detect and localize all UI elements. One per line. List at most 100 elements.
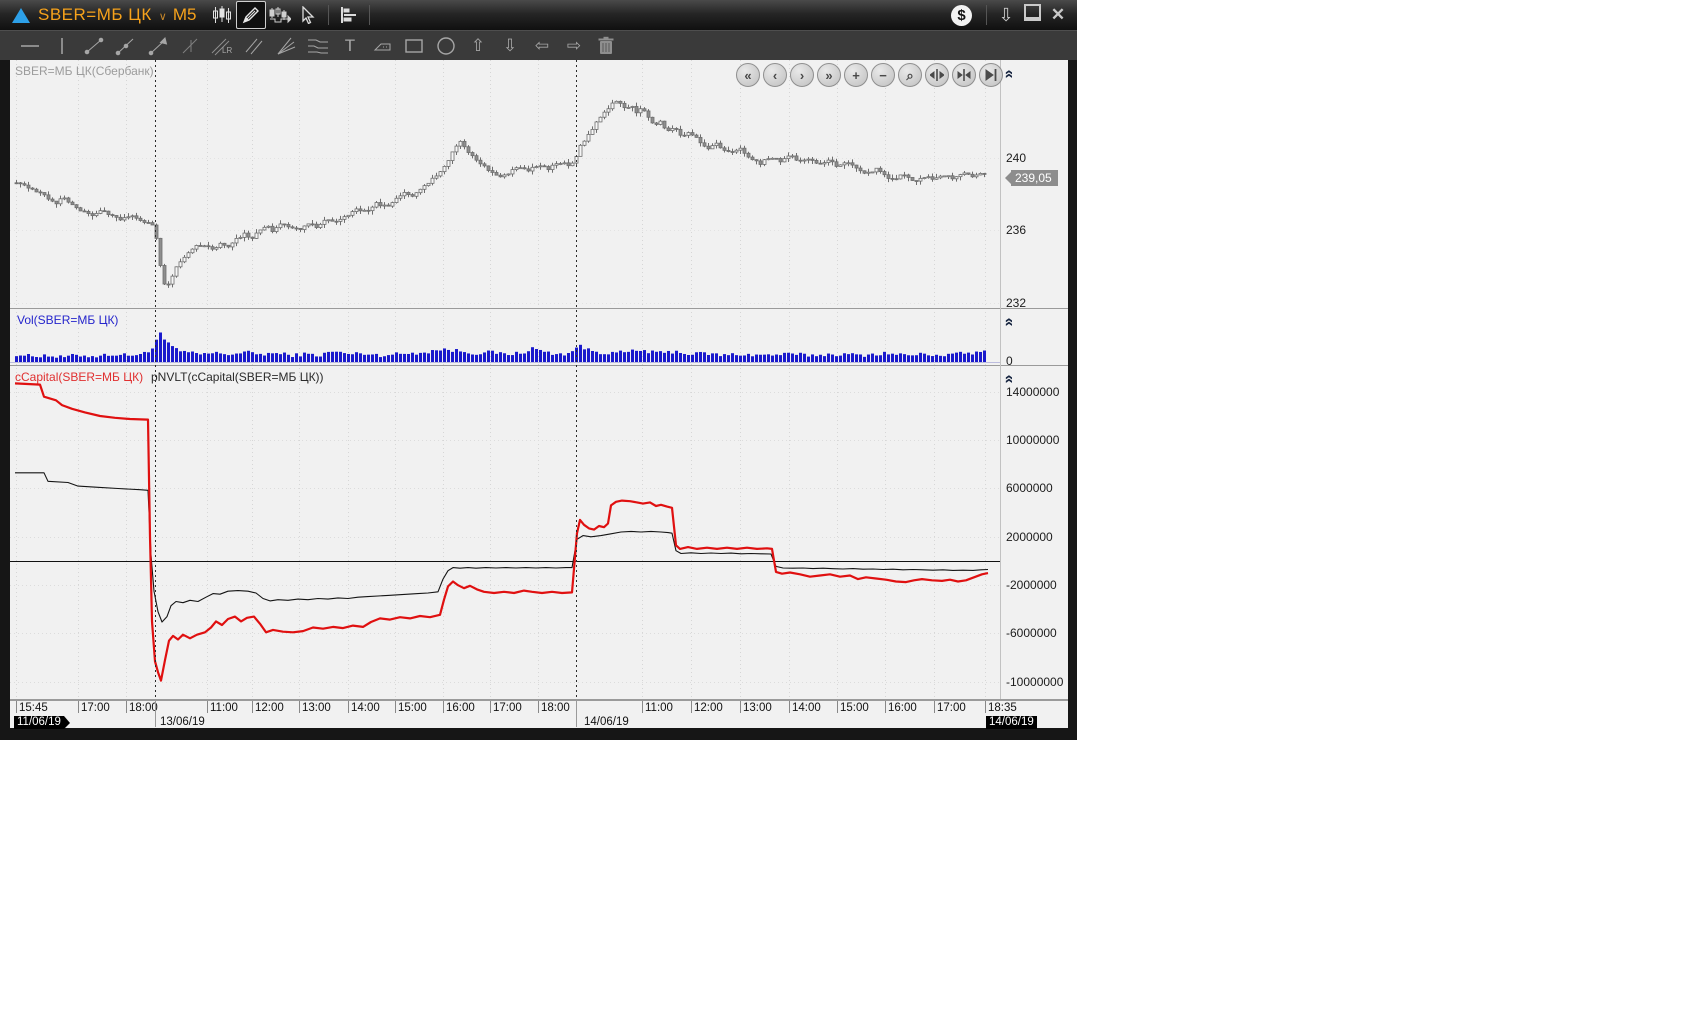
time-label: 18:35 xyxy=(988,702,1017,714)
time-tick xyxy=(126,701,127,713)
app-logo-triangle-icon xyxy=(12,7,30,23)
levels-icon[interactable] xyxy=(335,2,363,28)
ellipse-tool[interactable] xyxy=(430,33,462,59)
time-label: 13:00 xyxy=(302,702,331,714)
volume-pane-label: Vol(SBER=МБ ЦК) xyxy=(17,313,119,327)
chevron-down-icon[interactable]: ∨ xyxy=(159,10,167,23)
horizontal-line-tool[interactable] xyxy=(14,33,46,59)
chart-window: SBER=МБ ЦК ∨ M5 $ ⇩ ✕ LR T ⇧ ⇩ ⇦ ⇨ SBER=… xyxy=(0,0,1077,740)
time-tick xyxy=(538,701,539,713)
title-bar: SBER=МБ ЦК ∨ M5 $ ⇩ ✕ xyxy=(0,0,1077,30)
svg-text:LR: LR xyxy=(222,46,232,55)
arrow-right-tool[interactable]: ⇨ xyxy=(558,33,590,59)
toolbar-separator xyxy=(328,5,330,25)
text-tool-tool[interactable]: T xyxy=(334,33,366,59)
time-label: 14:00 xyxy=(792,702,821,714)
draw-pencil-icon[interactable] xyxy=(236,1,267,29)
fan-lines-tool[interactable] xyxy=(270,33,302,59)
date-label: 14/06/19 xyxy=(584,716,629,728)
candlestick-chart-icon[interactable] xyxy=(208,2,236,28)
nav-zoom-region-button[interactable]: ⌕ xyxy=(898,63,922,87)
price-axis-label: 236 xyxy=(1006,223,1027,237)
delete-trash-tool[interactable] xyxy=(590,33,622,59)
rectangle-tool[interactable] xyxy=(398,33,430,59)
time-label: 13:00 xyxy=(743,702,772,714)
drawing-toolbar: LR T ⇧ ⇩ ⇦ ⇨ xyxy=(0,30,1077,60)
polyline-tool[interactable] xyxy=(110,33,142,59)
trades-on-chart-icon[interactable] xyxy=(266,2,294,28)
close-window-icon[interactable]: ✕ xyxy=(1045,5,1071,25)
time-tick xyxy=(789,701,790,713)
time-tick xyxy=(443,701,444,713)
parallel-channel-tool[interactable] xyxy=(238,33,270,59)
chart-content: SBER=МБ ЦК(Сбербанк) Vol(SBER=МБ ЦК) cCa… xyxy=(10,60,1068,729)
arrow-down-tool[interactable]: ⇩ xyxy=(494,33,526,59)
money-dollar-icon[interactable]: $ xyxy=(951,4,972,26)
nav-step-back-button[interactable]: ‹ xyxy=(763,63,787,87)
calc-label-tool[interactable] xyxy=(366,33,398,59)
linear-regression-tool[interactable]: LR xyxy=(206,33,238,59)
date-label: 13/06/19 xyxy=(160,716,205,728)
indicator-axis-label: 2000000 xyxy=(1006,530,1053,544)
indicator-ccapital-label: cCapital(SBER=МБ ЦК) xyxy=(15,370,144,384)
nav-expand-horizontal-button[interactable] xyxy=(952,63,976,87)
toolbar-separator xyxy=(369,5,371,25)
indicator-axis-label: -10000000 xyxy=(1006,675,1064,689)
time-tick xyxy=(299,701,300,713)
time-tick xyxy=(207,701,208,713)
arrow-left-tool[interactable]: ⇦ xyxy=(526,33,558,59)
vertical-line-tool[interactable] xyxy=(46,33,78,59)
time-label: 16:00 xyxy=(888,702,917,714)
indicator-pnvlt-label: pNVLT(cCapital(SBER=МБ ЦК)) xyxy=(151,370,324,384)
time-tick xyxy=(740,701,741,713)
trend-cross-tool[interactable] xyxy=(174,33,206,59)
price-axis-label: 240 xyxy=(1006,151,1027,165)
restore-window-icon[interactable] xyxy=(1019,4,1045,26)
nav-step-forward-button[interactable]: › xyxy=(790,63,814,87)
nav-compress-horizontal-button[interactable] xyxy=(925,63,949,87)
time-label: 12:00 xyxy=(255,702,284,714)
time-tick xyxy=(78,701,79,713)
fibo-levels-tool[interactable] xyxy=(302,33,334,59)
time-label: 14:00 xyxy=(351,702,380,714)
time-label: 12:00 xyxy=(694,702,723,714)
time-tick xyxy=(16,701,17,713)
indicator-axis-label: 10000000 xyxy=(1006,433,1060,447)
cursor-icon[interactable] xyxy=(294,2,322,28)
nav-zoom-in-button[interactable]: + xyxy=(844,63,868,87)
timeframe-label[interactable]: M5 xyxy=(173,5,197,25)
time-tick xyxy=(490,701,491,713)
collapse-volume-pane-icon[interactable]: » xyxy=(1000,314,1018,330)
chart-nav-buttons: «‹ ›» + − ⌕ xyxy=(736,63,1003,87)
time-label: 18:00 xyxy=(129,702,158,714)
nav-rewind-button[interactable]: « xyxy=(736,63,760,87)
time-label: 15:00 xyxy=(398,702,427,714)
ray-arrow-tool[interactable] xyxy=(142,33,174,59)
date-label: 11/06/19 xyxy=(14,716,70,729)
time-label: 11:00 xyxy=(645,702,673,714)
price-axis-label: 232 xyxy=(1006,296,1027,310)
time-label: 15:00 xyxy=(840,702,869,714)
time-tick xyxy=(985,701,986,713)
time-tick xyxy=(885,701,886,713)
date-separator-tick xyxy=(155,701,156,727)
unpin-drop-icon[interactable]: ⇩ xyxy=(993,5,1019,26)
time-label: 17:00 xyxy=(493,702,522,714)
time-tick xyxy=(348,701,349,713)
volume-axis-label: 0 xyxy=(1006,354,1013,368)
instrument-title[interactable]: SBER=МБ ЦК xyxy=(38,5,152,25)
segment-tool[interactable] xyxy=(78,33,110,59)
time-label: 18:00 xyxy=(541,702,570,714)
time-tick xyxy=(837,701,838,713)
nav-zoom-out-button[interactable]: − xyxy=(871,63,895,87)
time-label: 16:00 xyxy=(446,702,475,714)
time-tick xyxy=(252,701,253,713)
date-separator-tick xyxy=(576,701,577,727)
last-price-badge: 239,05 xyxy=(1005,170,1058,186)
time-tick xyxy=(934,701,935,713)
arrow-up-tool[interactable]: ⇧ xyxy=(462,33,494,59)
chart-plot-area[interactable] xyxy=(10,60,1068,728)
nav-fast-forward-button[interactable]: » xyxy=(817,63,841,87)
collapse-price-pane-icon[interactable]: » xyxy=(1000,66,1018,82)
time-axis[interactable]: 15:45 17:00 18:00 11:00 12:00 13:00 14:00 15:00… xyxy=(10,700,1068,729)
